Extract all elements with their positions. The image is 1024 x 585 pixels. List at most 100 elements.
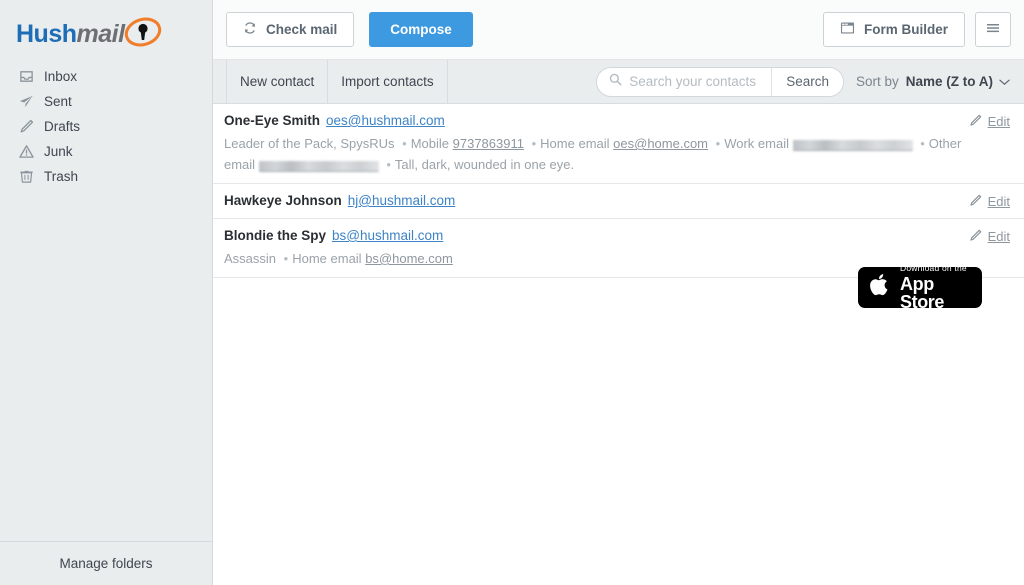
logo-mail-text: mail: [76, 19, 126, 48]
manage-folders-label: Manage folders: [59, 556, 153, 571]
search-button-label: Search: [786, 74, 829, 89]
check-mail-button[interactable]: Check mail: [226, 12, 355, 47]
form-builder-button[interactable]: Form Builder: [822, 12, 965, 47]
app-store-badge[interactable]: Download on the App Store: [858, 264, 982, 311]
search-input[interactable]: [629, 74, 762, 89]
sort-by-label: Sort by: [855, 74, 899, 89]
new-contact-button[interactable]: New contact: [226, 60, 329, 103]
contacts-search: Search: [596, 66, 844, 97]
detail-separator: •: [402, 136, 407, 151]
contact-head: Blondie the Spy bs@hushmail.com: [224, 227, 969, 245]
edit-label: Edit: [987, 229, 1010, 244]
sort-control: Sort by Name (Z to A): [856, 74, 1010, 89]
hushmail-logo[interactable]: Hushmail: [0, 0, 212, 52]
warning-triangle-icon: [18, 144, 34, 160]
edit-contact-button[interactable]: Edit: [969, 227, 1010, 269]
contact-main: Blondie the Spy bs@hushmail.com Assassin •…: [224, 227, 969, 269]
refresh-icon: [243, 21, 257, 38]
app-store-small-label: Download on the: [900, 263, 967, 274]
contact-name: Hawkeye Johnson: [224, 193, 342, 208]
contact-detail-link[interactable]: bs@home.com: [365, 251, 453, 266]
compose-button[interactable]: Compose: [369, 12, 473, 47]
detail-separator: •: [531, 136, 537, 151]
contact-head: One-Eye Smith oes@hushmail.com: [224, 112, 969, 130]
search-button[interactable]: Search: [771, 67, 843, 96]
search-and-sort-group: Search Sort by Name (Z to A): [596, 60, 1024, 103]
compose-label: Compose: [390, 22, 452, 37]
search-input-wrap: [597, 68, 771, 96]
sidebar-item-label: Inbox: [44, 69, 78, 84]
import-contacts-button[interactable]: Import contacts: [327, 60, 448, 103]
app-store-text: Download on the App Store: [900, 264, 982, 311]
logo-hush-text: Hush: [16, 19, 77, 48]
sidebar: Hushmail Inbox Sent Drafts Junk Trash Ma…: [0, 0, 213, 585]
edit-label: Edit: [987, 194, 1010, 209]
app-store-big-label: App Store: [900, 273, 945, 312]
import-contacts-label: Import contacts: [341, 74, 434, 89]
contact-detail-text: Assassin: [224, 251, 277, 266]
contact-detail-text: Leader of the Pack, SpysRUs: [224, 136, 395, 151]
sort-value-label: Name (Z to A): [905, 74, 993, 89]
contact-main: One-Eye Smith oes@hushmail.com Leader of t…: [224, 112, 969, 175]
sidebar-item-inbox[interactable]: Inbox: [0, 64, 212, 89]
sidebar-item-label: Trash: [44, 169, 79, 184]
manage-folders-button[interactable]: Manage folders: [0, 541, 212, 585]
keyhole-logo-icon: [123, 16, 163, 53]
contact-detail-text: Home email: [540, 136, 610, 151]
edit-label: Edit: [987, 114, 1010, 129]
sidebar-item-label: Junk: [44, 144, 73, 159]
sort-dropdown[interactable]: Name (Z to A): [906, 74, 1010, 89]
folder-nav: Inbox Sent Drafts Junk Trash: [0, 64, 212, 189]
detail-separator: •: [920, 136, 925, 151]
apple-logo-icon: [869, 272, 891, 303]
trash-icon: [18, 169, 34, 185]
sidebar-item-junk[interactable]: Junk: [0, 139, 212, 164]
toolbar-right-group: Form Builder: [822, 12, 1011, 47]
contact-row: One-Eye Smith oes@hushmail.com Leader of t…: [213, 104, 1024, 184]
contact-head: Hawkeye Johnson hj@hushmail.com: [224, 192, 969, 210]
contact-email-link[interactable]: bs@hushmail.com: [332, 228, 443, 243]
pencil-icon: [969, 229, 982, 245]
top-toolbar: Check mail Compose Form Builder: [213, 0, 1024, 60]
new-contact-label: New contact: [240, 74, 315, 89]
detail-separator: •: [283, 251, 289, 266]
contact-detail-link[interactable]: oes@home.com: [613, 136, 708, 151]
pencil-icon: [969, 114, 982, 130]
contact-detail-line: Assassin • Home email bs@home.com: [224, 248, 969, 269]
edit-contact-button[interactable]: Edit: [969, 112, 1010, 175]
form-builder-label: Form Builder: [863, 22, 948, 37]
form-window-icon: [840, 21, 855, 38]
sidebar-item-trash[interactable]: Trash: [0, 164, 212, 189]
contact-detail-text: Mobile: [410, 136, 450, 151]
contact-detail-link[interactable]: 9737863911: [453, 136, 524, 151]
detail-separator: •: [386, 157, 391, 172]
sidebar-item-label: Sent: [44, 94, 72, 109]
contact-name: Blondie the Spy: [224, 228, 327, 243]
hushmail-app: Hushmail Inbox Sent Drafts Junk Trash Ma…: [0, 0, 1024, 585]
sidebar-item-sent[interactable]: Sent: [0, 89, 212, 114]
contact-email-link[interactable]: hj@hushmail.com: [348, 193, 456, 208]
redacted-email: [792, 140, 913, 151]
contact-name: One-Eye Smith: [224, 113, 321, 128]
contact-list: One-Eye Smith oes@hushmail.com Leader of t…: [213, 104, 1024, 585]
chevron-down-icon: [999, 74, 1010, 89]
inbox-icon: [18, 69, 34, 85]
sidebar-item-label: Drafts: [44, 119, 81, 134]
contact-detail-text: Tall, dark, wounded in one eye.: [394, 157, 575, 172]
main-area: Check mail Compose Form Builder New cont…: [213, 0, 1024, 585]
menu-button[interactable]: [975, 12, 1011, 47]
paper-plane-icon: [18, 94, 34, 110]
sidebar-item-drafts[interactable]: Drafts: [0, 114, 212, 139]
edit-contact-button[interactable]: Edit: [969, 192, 1010, 210]
contact-email-link[interactable]: oes@hushmail.com: [326, 113, 445, 128]
contact-row: Hawkeye Johnson hj@hushmail.com Edit: [213, 184, 1024, 219]
contact-detail-line: Leader of the Pack, SpysRUs • Mobile 9737…: [224, 133, 969, 175]
contact-detail-text: Home email: [292, 251, 362, 266]
check-mail-label: Check mail: [266, 22, 338, 37]
hamburger-menu-icon: [985, 21, 1001, 38]
contacts-subtoolbar: New contact Import contacts Search your …: [213, 60, 1024, 104]
pencil-icon: [18, 119, 34, 135]
contact-detail-text: Work email: [724, 136, 789, 151]
contact-rows: One-Eye Smith oes@hushmail.com Leader of t…: [213, 104, 1024, 278]
detail-separator: •: [715, 136, 721, 151]
